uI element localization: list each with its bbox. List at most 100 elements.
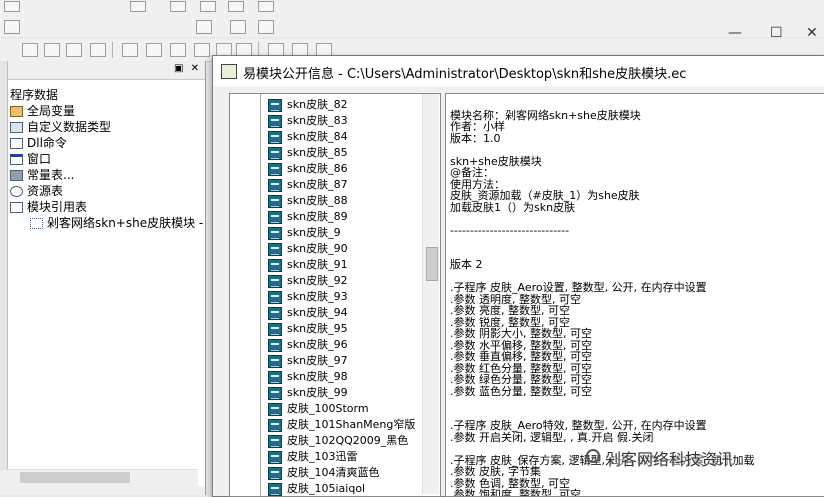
align-top-icon[interactable] — [90, 43, 106, 57]
align-bottom-icon[interactable] — [146, 43, 162, 57]
tree-item-module-refs[interactable]: 模块引用表 — [10, 199, 87, 215]
member-list-item[interactable]: 皮肤_103迅雷 — [268, 449, 358, 465]
member-list-item[interactable]: 皮肤_104清爽蓝色 — [268, 465, 380, 481]
member-list-label: skn皮肤_97 — [287, 354, 348, 367]
subroutine-icon — [268, 354, 282, 368]
member-list-item[interactable]: skn皮肤_87 — [268, 177, 348, 193]
module-file-icon — [30, 218, 43, 229]
dll-icon — [10, 138, 23, 149]
toolbar-icon[interactable] — [170, 1, 186, 12]
module-info-text: 模块名称：剁客网络skn+she皮肤模块 作者：小样 版本：1.0 skn+she皮肤… — [445, 93, 824, 497]
panel-buttons[interactable]: ▣ ✕ — [174, 63, 201, 74]
info-text-line: 加载皮肤1（）为skn皮肤 — [450, 200, 576, 214]
tree-item-program-data[interactable]: 程序数据 — [10, 87, 58, 103]
align-right-icon[interactable] — [66, 43, 82, 57]
member-list-item[interactable]: skn皮肤_88 — [268, 193, 348, 209]
subroutine-icon — [268, 450, 282, 464]
same-height-icon[interactable] — [194, 43, 210, 57]
tree-horizontal-scrollbar[interactable] — [0, 469, 198, 486]
member-list-item[interactable]: skn皮肤_98 — [268, 369, 348, 385]
member-list-label: skn皮肤_87 — [287, 178, 348, 191]
member-list-item[interactable]: skn皮肤_91 — [268, 257, 348, 273]
main-toolbar: — ☐ ✕ — [0, 17, 824, 41]
member-list-label: skn皮肤_96 — [287, 338, 348, 351]
member-list-item[interactable]: skn皮肤_97 — [268, 353, 348, 369]
align-left-icon[interactable] — [22, 43, 38, 57]
member-list-scrollbar[interactable] — [422, 94, 439, 494]
align-middle-icon[interactable] — [122, 43, 138, 57]
member-list-item[interactable]: skn皮肤_86 — [268, 161, 348, 177]
member-list-item[interactable]: skn皮肤_96 — [268, 337, 348, 353]
tree-item-resources[interactable]: 资源表 — [10, 183, 63, 199]
member-list-label: skn皮肤_89 — [287, 210, 348, 223]
tree-item-window[interactable]: 窗口 — [10, 151, 51, 167]
subroutine-icon — [268, 482, 282, 496]
left-dock-strip — [0, 61, 8, 495]
member-list-label: 皮肤_102QQ2009_黑色 — [287, 434, 409, 447]
tree-item-datatype[interactable]: 自定义数据类型 — [10, 119, 111, 135]
member-list-item[interactable]: 皮肤_102QQ2009_黑色 — [268, 433, 408, 449]
member-list-item[interactable]: 皮肤_100Storm — [268, 401, 369, 417]
toolbar-icon[interactable] — [4, 20, 20, 34]
member-list-label: skn皮肤_86 — [287, 162, 348, 175]
toolbar-icon[interactable] — [258, 1, 274, 12]
subroutine-icon — [268, 226, 282, 240]
watermark: 剁客网络科技资讯 — [605, 450, 734, 469]
subroutine-icon — [268, 130, 282, 144]
info-text-line: .参数 开启关闭, 逻辑型, , 真.开启 假.关闭 — [450, 430, 654, 444]
toolbar-icon[interactable] — [130, 1, 146, 12]
toolbar-icon[interactable] — [228, 1, 244, 12]
member-list-item[interactable]: 皮肤_101ShanMeng窄版 — [268, 417, 415, 433]
datatype-icon — [10, 122, 23, 133]
toolbar-icon[interactable] — [258, 20, 274, 34]
member-list-label: skn皮肤_84 — [287, 130, 348, 143]
member-list-item[interactable]: skn皮肤_83 — [268, 113, 348, 129]
member-list-item[interactable]: skn皮肤_82 — [268, 97, 348, 113]
tree-item-dll[interactable]: Dll命令 — [10, 135, 67, 151]
window-icon — [10, 154, 23, 165]
menu-toolbar — [0, 0, 824, 18]
member-list-item[interactable]: skn皮肤_89 — [268, 209, 348, 225]
toolbar-icon[interactable] — [196, 20, 212, 34]
info-text-line: ------------------------------ — [450, 223, 570, 237]
tree-item-global-vars[interactable]: 全局变量 — [10, 103, 75, 119]
member-list-item[interactable]: skn皮肤_84 — [268, 129, 348, 145]
member-list-item[interactable]: skn皮肤_9 — [268, 225, 341, 241]
info-text-line: 版本：1.0 — [450, 131, 501, 145]
info-text-line: 版本 2 — [450, 258, 483, 271]
info-text-line: .参数 蓝色分量, 整数型, 可空 — [450, 384, 592, 398]
tree-guide-line — [260, 94, 261, 496]
subroutine-icon — [268, 210, 282, 224]
tree-item-module-file[interactable]: 剁客网络skn+she皮肤模块 - — [30, 215, 203, 231]
member-list-item[interactable]: skn皮肤_95 — [268, 321, 348, 337]
member-list-label: skn皮肤_93 — [287, 290, 348, 303]
scroll-thumb[interactable] — [426, 247, 438, 281]
member-list-item[interactable]: skn皮肤_99 — [268, 385, 348, 401]
scroll-thumb[interactable] — [20, 472, 130, 483]
subroutine-icon — [268, 402, 282, 416]
subroutine-icon — [268, 370, 282, 384]
dialog-titlebar: 易模块公开信息 - C:\Users\Administrator\Desktop… — [213, 56, 824, 86]
member-list-item[interactable]: skn皮肤_93 — [268, 289, 348, 305]
member-list-item[interactable]: skn皮肤_90 — [268, 241, 348, 257]
subroutine-icon — [268, 98, 282, 112]
member-list-label: 皮肤_100Storm — [287, 402, 369, 415]
global-var-icon — [10, 106, 23, 117]
toolbar-icon[interactable] — [4, 1, 20, 12]
member-list-item[interactable]: skn皮肤_94 — [268, 305, 348, 321]
toolbar-icon[interactable] — [200, 1, 216, 12]
resource-icon — [10, 186, 23, 197]
member-list-label: skn皮肤_99 — [287, 386, 348, 399]
same-width-icon[interactable] — [170, 43, 186, 57]
subroutine-icon — [268, 466, 282, 480]
member-list-item[interactable]: skn皮肤_92 — [268, 273, 348, 289]
subroutine-icon — [268, 242, 282, 256]
subroutine-icon — [268, 418, 282, 432]
tree-item-constants[interactable]: 常量表... — [10, 167, 74, 183]
toolbar-icon[interactable] — [230, 20, 246, 34]
subroutine-icon — [268, 338, 282, 352]
align-center-icon[interactable] — [44, 43, 60, 57]
member-list-label: skn皮肤_88 — [287, 194, 348, 207]
member-list-item[interactable]: skn皮肤_85 — [268, 145, 348, 161]
module-member-list[interactable]: skn皮肤_82 skn皮肤_83 skn皮肤_84 skn皮肤_85 skn皮肤_86… — [229, 93, 441, 497]
